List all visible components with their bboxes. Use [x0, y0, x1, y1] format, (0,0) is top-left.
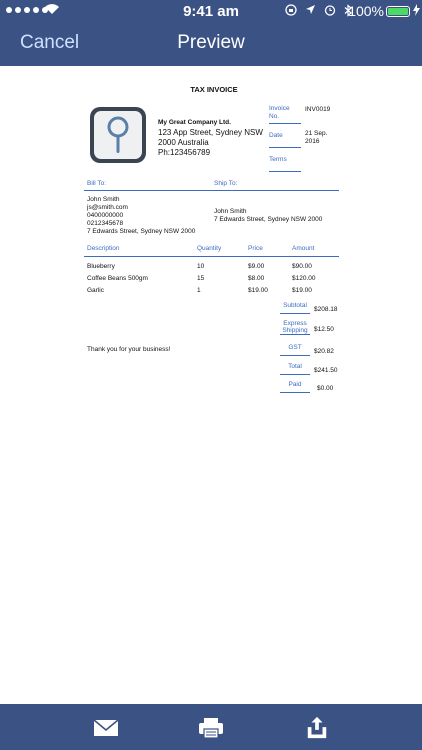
- envelope-icon[interactable]: [93, 716, 119, 740]
- table-row: Blueberry 10 $9.00 $90.00: [84, 263, 339, 275]
- item-amount: $120.00: [292, 275, 316, 282]
- item-quantity: 10: [197, 263, 205, 270]
- item-price: $19.00: [248, 287, 268, 294]
- company-address-line2: 2000 Australia: [158, 138, 209, 147]
- subtotal-value: $208.18: [314, 306, 338, 313]
- subtotal-label: Subtotal: [280, 302, 310, 314]
- alarm-icon: [324, 5, 336, 16]
- ship-to-details: John Smith 7 Edwards Street, Sydney NSW …: [214, 208, 322, 224]
- item-description: Garlic: [87, 287, 104, 294]
- date-value: 21 Sep. 2016: [305, 130, 328, 145]
- magnifier-icon: [107, 116, 129, 153]
- terms-label: Terms: [269, 151, 301, 172]
- bill-to-details: John Smith js@smith.com 0400000000 02123…: [87, 196, 195, 236]
- ship-to-address: 7 Edwards Street, Sydney NSW 2000: [214, 216, 323, 223]
- location-icon: [306, 5, 315, 14]
- page-title: Preview: [177, 32, 245, 53]
- gst-label: GST: [280, 344, 310, 356]
- total-value: $241.50: [314, 367, 338, 374]
- address-header: Bill To: Ship To:: [84, 180, 339, 191]
- column-price: Price: [248, 245, 263, 252]
- item-price: $8.00: [248, 275, 265, 282]
- items-header: Description Quantity Price Amount: [84, 245, 339, 257]
- invoice-title: TAX INVOICE: [190, 85, 238, 94]
- invoice-no-value: INV0019: [305, 106, 331, 113]
- item-description: Blueberry: [87, 263, 115, 270]
- total-label: Total: [280, 363, 310, 375]
- bill-to-email: js@smith.com: [87, 204, 128, 211]
- table-row: Garlic 1 $19.00 $19.00: [84, 287, 339, 299]
- item-price: $9.00: [248, 263, 265, 270]
- status-bar: 9:41 am 100%: [0, 0, 422, 22]
- company-details: My Great Company Ltd. 123 App Street, Sy…: [158, 118, 263, 158]
- bottom-toolbar: [0, 704, 422, 750]
- bill-to-phone2: 0212345678: [87, 220, 124, 227]
- table-row: Coffee Beans 500gm 15 $8.00 $120.00: [84, 275, 339, 287]
- item-amount: $19.00: [292, 287, 312, 294]
- navigation-bar: 9:41 am 100% Cancel Preview: [0, 0, 422, 66]
- invoice-meta: Invoice No. INV0019 Date 21 Sep. 2016 Te…: [269, 103, 344, 175]
- company-name: My Great Company Ltd.: [158, 119, 231, 126]
- item-quantity: 1: [197, 287, 201, 294]
- ship-to-name: John Smith: [214, 208, 247, 215]
- date-label: Date: [269, 127, 301, 148]
- share-icon[interactable]: [304, 716, 330, 740]
- charging-icon: [413, 4, 420, 16]
- battery-icon: [386, 6, 410, 17]
- column-description: Description: [87, 245, 120, 252]
- shipping-label: Express Shipping: [280, 320, 310, 335]
- printer-icon[interactable]: [198, 716, 224, 740]
- invoice-no-label: Invoice No.: [269, 103, 301, 124]
- column-amount: Amount: [292, 245, 315, 252]
- item-description: Coffee Beans 500gm: [87, 275, 148, 282]
- rotation-lock-icon: [285, 4, 297, 16]
- bill-to-phone1: 0400000000: [87, 212, 124, 219]
- column-quantity: Quantity: [197, 245, 222, 252]
- battery-percentage: 100%: [348, 3, 384, 19]
- shipping-value: $12.50: [314, 326, 334, 333]
- terms-value: [301, 151, 344, 175]
- item-quantity: 15: [197, 275, 205, 282]
- bill-to-address: 7 Edwards Street, Sydney NSW 2000: [87, 228, 196, 235]
- company-address-line1: 123 App Street, Sydney NSW: [158, 128, 263, 137]
- ship-to-label: Ship To:: [214, 180, 238, 187]
- paid-value: $0.00: [317, 385, 334, 392]
- company-phone: Ph:123456789: [158, 148, 211, 157]
- item-amount: $90.00: [292, 263, 312, 270]
- company-logo: [90, 107, 146, 163]
- thank-you-note: Thank you for your business!: [87, 346, 171, 353]
- paid-label: Paid: [280, 381, 310, 393]
- gst-value: $20.82: [314, 348, 334, 355]
- bill-to-name: John Smith: [87, 196, 120, 203]
- bill-to-label: Bill To:: [87, 180, 107, 187]
